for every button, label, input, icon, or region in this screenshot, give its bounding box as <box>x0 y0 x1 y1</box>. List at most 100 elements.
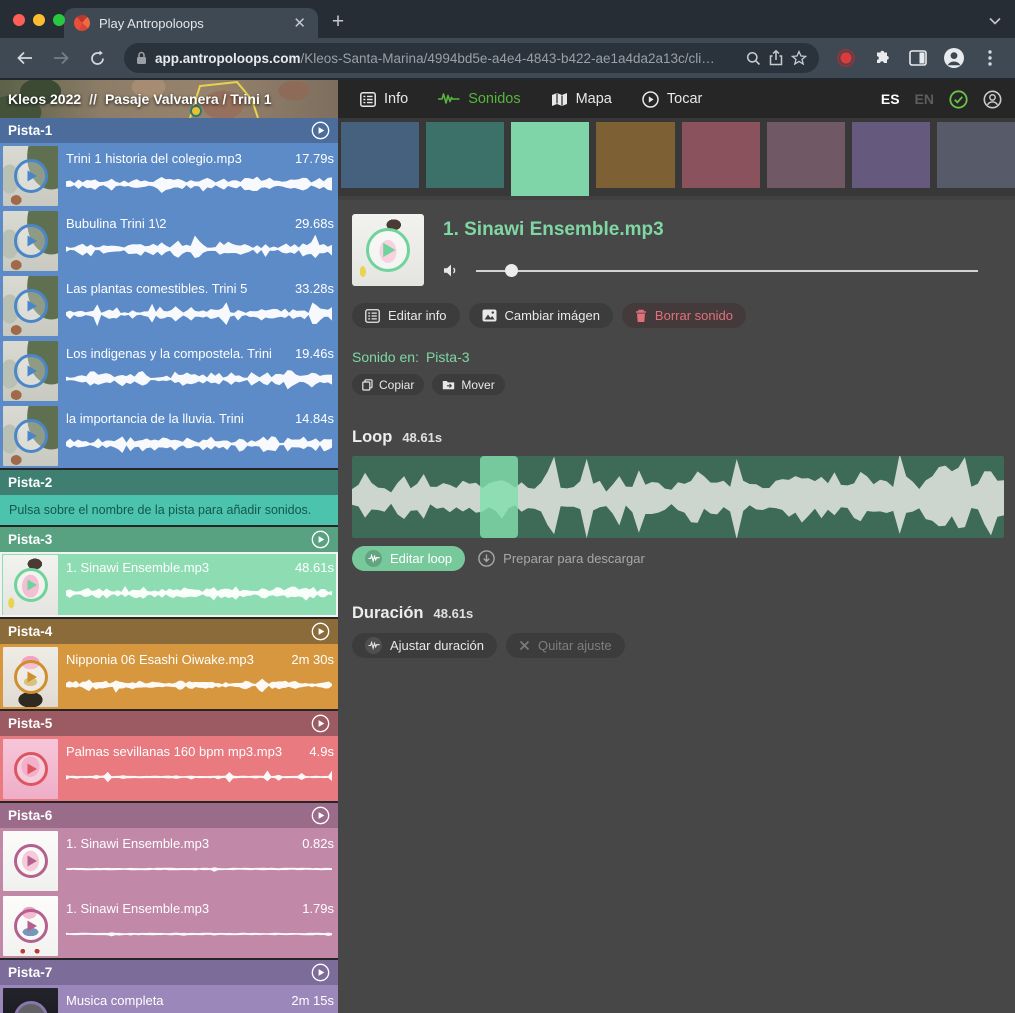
change-image-button[interactable]: Cambiar imágen <box>469 303 613 328</box>
tab-search-chevron-icon[interactable] <box>989 12 1001 30</box>
sound-item[interactable]: Musica completa2m 15s <box>0 985 338 1013</box>
check-circle-icon[interactable] <box>949 90 968 109</box>
sound-duration: 2m 15s <box>291 993 334 1008</box>
sound-item[interactable]: Trini 1 historia del colegio.mp317.79s <box>0 143 338 208</box>
new-tab-button[interactable]: + <box>324 8 352 36</box>
sound-item[interactable]: Los indigenas y la compostela. Trini19.4… <box>0 338 338 403</box>
record-extension-icon[interactable] <box>831 43 861 73</box>
tab-info[interactable]: Info <box>360 91 408 107</box>
delete-sound-button[interactable]: Borrar sonido <box>622 303 746 328</box>
sound-item[interactable]: Bubulina Trini 1\229.68s <box>0 208 338 273</box>
adjust-duration-button[interactable]: Ajustar duración <box>352 633 497 658</box>
forward-button[interactable] <box>46 43 76 73</box>
map-thumbnail[interactable]: Kleos 2022 // Pasaje Valvanera / Trini 1 <box>0 80 338 118</box>
adjust-duration-waveform-icon <box>365 637 382 654</box>
window-close-button[interactable] <box>13 14 25 26</box>
loop-waveform[interactable] <box>352 456 1004 538</box>
track-play-button[interactable] <box>311 530 330 549</box>
account-icon[interactable] <box>983 90 1002 109</box>
track-header[interactable]: Pista-5 <box>0 711 338 736</box>
sound-item-info: Trini 1 historia del colegio.mp317.79s <box>66 146 334 206</box>
profile-avatar[interactable] <box>939 43 969 73</box>
track-name[interactable]: Pista-3 <box>8 532 311 547</box>
sound-item[interactable]: la importancia de la lluvia. Trini14.84s <box>0 403 338 468</box>
window-minimize-button[interactable] <box>33 14 45 26</box>
track-section: Pista-1 Trini 1 historia del colegio.mp31… <box>0 118 338 468</box>
color-swatch[interactable] <box>937 122 1015 188</box>
track-play-button[interactable] <box>311 806 330 825</box>
sound-thumbnail <box>3 831 58 891</box>
url-bar[interactable]: app.antropoloops.com/Kleos-Santa-Marina/… <box>124 43 819 73</box>
tab-close-icon[interactable]: ✕ <box>291 16 308 31</box>
track-header[interactable]: Pista-7 <box>0 960 338 985</box>
color-swatch[interactable] <box>341 122 419 188</box>
color-swatch[interactable] <box>426 122 504 188</box>
sound-item-info: Musica completa2m 15s <box>66 988 334 1013</box>
track-name[interactable]: Pista-2 <box>8 475 330 490</box>
breadcrumb-project[interactable]: Kleos 2022 <box>8 91 81 107</box>
reload-button[interactable] <box>82 43 112 73</box>
track-name[interactable]: Pista-6 <box>8 808 311 823</box>
lang-es[interactable]: ES <box>881 91 900 107</box>
sound-duration: 29.68s <box>295 216 334 231</box>
tab-sonidos-label: Sonidos <box>468 91 520 107</box>
sound-item[interactable]: 1. Sinawi Ensemble.mp30.82s <box>0 828 338 893</box>
track-play-button[interactable] <box>311 963 330 982</box>
edit-loop-button[interactable]: Editar loop <box>352 546 465 571</box>
color-swatch[interactable] <box>596 122 674 188</box>
sound-item[interactable]: Las plantas comestibles. Trini 533.28s <box>0 273 338 338</box>
browser-tab[interactable]: Play Antropoloops ✕ <box>64 8 318 38</box>
waveform-icon <box>438 92 460 106</box>
track-play-button[interactable] <box>311 622 330 641</box>
breadcrumb-path[interactable]: Pasaje Valvanera / Trini 1 <box>105 91 272 107</box>
remove-adjust-button[interactable]: Quitar ajuste <box>506 633 625 658</box>
extensions-puzzle-icon[interactable] <box>867 43 897 73</box>
copy-button[interactable]: Copiar <box>352 374 424 395</box>
bookmark-star-icon[interactable] <box>791 50 807 66</box>
track-header[interactable]: Pista-3 <box>0 527 338 552</box>
color-swatch[interactable] <box>852 122 930 188</box>
sound-item[interactable]: Palmas sevillanas 160 bpm mp3.mp34.9s <box>0 736 338 801</box>
track-header[interactable]: Pista-6 <box>0 803 338 828</box>
move-button[interactable]: Mover <box>432 374 504 395</box>
loop-selection-band[interactable] <box>480 456 518 538</box>
tab-mapa[interactable]: Mapa <box>551 91 612 107</box>
side-panel-icon[interactable] <box>903 43 933 73</box>
volume-slider-thumb[interactable] <box>505 264 518 277</box>
zoom-page-icon[interactable] <box>746 51 761 66</box>
volume-slider[interactable] <box>476 264 978 277</box>
track-play-button[interactable] <box>311 121 330 140</box>
color-swatch[interactable] <box>682 122 760 188</box>
track-play-button[interactable] <box>311 714 330 733</box>
track-header[interactable]: Pista-2 <box>0 470 338 495</box>
sound-in-track-link[interactable]: Pista-3 <box>426 349 470 365</box>
track-header[interactable]: Pista-1 <box>0 118 338 143</box>
color-swatch[interactable] <box>511 122 589 196</box>
breadcrumb: Kleos 2022 // Pasaje Valvanera / Trini 1 <box>8 80 272 118</box>
prepare-download-button[interactable]: Preparar para descargar <box>474 550 649 567</box>
track-name[interactable]: Pista-1 <box>8 123 311 138</box>
edit-info-button[interactable]: Editar info <box>352 303 460 328</box>
lang-en[interactable]: EN <box>915 91 934 107</box>
color-swatch[interactable] <box>767 122 845 188</box>
sound-item[interactable]: 1. Sinawi Ensemble.mp348.61s <box>0 552 338 617</box>
window-zoom-button[interactable] <box>53 14 65 26</box>
track-name[interactable]: Pista-5 <box>8 716 311 731</box>
tab-tocar[interactable]: Tocar <box>642 91 702 108</box>
track-name[interactable]: Pista-7 <box>8 965 311 980</box>
track-header[interactable]: Pista-4 <box>0 619 338 644</box>
track-name[interactable]: Pista-4 <box>8 624 311 639</box>
sound-item-info: Nipponia 06 Esashi Oiwake.mp32m 30s <box>66 647 334 707</box>
share-icon[interactable] <box>769 50 783 66</box>
edit-loop-label: Editar loop <box>390 551 452 566</box>
browser-menu-kebab-icon[interactable] <box>975 43 1005 73</box>
play-icon[interactable] <box>366 228 410 272</box>
back-button[interactable] <box>10 43 40 73</box>
sound-thumbnail <box>3 406 58 466</box>
sound-item[interactable]: 1. Sinawi Ensemble.mp31.79s <box>0 893 338 958</box>
sound-image[interactable] <box>352 214 424 286</box>
sound-item[interactable]: Nipponia 06 Esashi Oiwake.mp32m 30s <box>0 644 338 709</box>
tab-sonidos[interactable]: Sonidos <box>438 91 520 107</box>
sound-item-info: Bubulina Trini 1\229.68s <box>66 211 334 271</box>
window-controls[interactable] <box>13 14 65 26</box>
